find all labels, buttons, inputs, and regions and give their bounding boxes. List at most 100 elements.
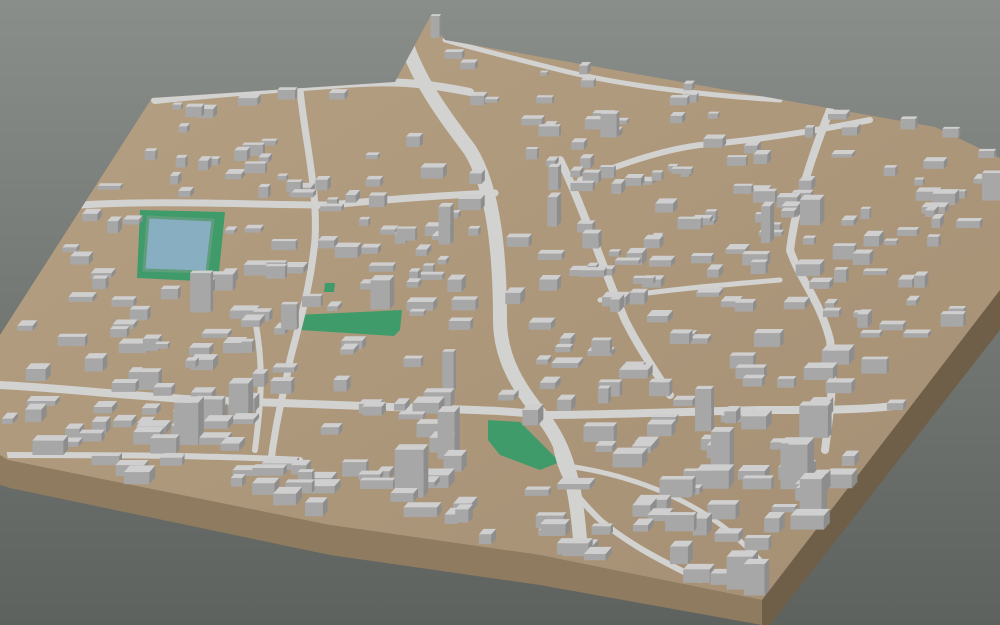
- building: [537, 249, 565, 261]
- building: [978, 148, 997, 158]
- building: [632, 275, 656, 284]
- building: [150, 434, 180, 454]
- building: [539, 274, 562, 291]
- building: [742, 475, 774, 490]
- building: [913, 271, 929, 288]
- building: [291, 189, 317, 198]
- building: [548, 163, 562, 191]
- building: [591, 337, 613, 354]
- building: [57, 333, 88, 347]
- building: [579, 267, 607, 277]
- building: [733, 183, 754, 194]
- building: [32, 435, 69, 455]
- building: [160, 285, 181, 300]
- building: [923, 157, 948, 169]
- building: [744, 534, 772, 551]
- building: [305, 497, 328, 517]
- building: [547, 192, 562, 227]
- building: [648, 255, 676, 267]
- building: [84, 353, 108, 372]
- building: [528, 317, 556, 330]
- building: [107, 216, 123, 234]
- building: [828, 109, 851, 120]
- building: [726, 155, 748, 166]
- building: [406, 278, 422, 288]
- building: [92, 275, 109, 290]
- building: [780, 207, 798, 218]
- map-viewport[interactable]: [0, 0, 1000, 625]
- building: [505, 287, 526, 305]
- building: [25, 363, 51, 381]
- building: [271, 238, 298, 251]
- building: [690, 252, 715, 264]
- building: [333, 375, 351, 392]
- building: [451, 296, 479, 311]
- building: [671, 166, 694, 174]
- building: [643, 234, 664, 249]
- building: [861, 356, 889, 374]
- building: [406, 297, 438, 311]
- building: [272, 363, 298, 373]
- building: [540, 519, 570, 536]
- building: [595, 441, 617, 452]
- building: [448, 317, 474, 330]
- building: [557, 477, 596, 490]
- building: [670, 540, 693, 565]
- building: [956, 217, 983, 229]
- building: [190, 270, 214, 313]
- building: [670, 112, 686, 124]
- building: [62, 244, 80, 253]
- building: [753, 188, 778, 203]
- building: [703, 134, 727, 148]
- building: [612, 447, 648, 468]
- building: [273, 486, 302, 506]
- building: [629, 288, 648, 305]
- building: [903, 329, 932, 338]
- building: [178, 186, 194, 198]
- building: [608, 249, 622, 257]
- building: [277, 87, 298, 100]
- building: [185, 103, 205, 117]
- building: [129, 305, 151, 321]
- building: [863, 268, 889, 276]
- city-3d-model[interactable]: [0, 0, 1000, 625]
- building: [470, 91, 488, 106]
- building: [809, 277, 834, 289]
- building: [659, 476, 696, 496]
- building: [927, 234, 941, 247]
- building: [201, 328, 232, 338]
- building: [123, 465, 156, 485]
- building: [258, 183, 271, 198]
- building: [144, 148, 158, 161]
- building: [406, 132, 424, 148]
- building: [111, 296, 137, 307]
- building: [111, 378, 139, 392]
- building: [691, 334, 712, 344]
- building: [468, 225, 481, 236]
- building: [741, 409, 772, 430]
- building: [390, 488, 419, 502]
- building: [940, 311, 967, 327]
- building: [624, 173, 645, 186]
- building: [582, 229, 602, 249]
- building: [244, 224, 264, 233]
- building: [320, 203, 344, 212]
- building: [863, 230, 884, 247]
- building: [460, 59, 478, 70]
- building: [942, 126, 961, 138]
- building: [860, 206, 872, 220]
- building: [328, 89, 348, 100]
- building: [665, 512, 697, 532]
- building: [799, 401, 832, 438]
- building: [771, 503, 798, 513]
- building: [525, 146, 539, 160]
- building: [97, 183, 123, 190]
- building: [230, 473, 246, 487]
- building: [455, 504, 473, 523]
- building: [155, 341, 171, 349]
- building: [320, 423, 343, 435]
- building: [798, 176, 816, 191]
- building: [70, 251, 94, 265]
- building: [579, 154, 595, 169]
- building: [82, 208, 102, 222]
